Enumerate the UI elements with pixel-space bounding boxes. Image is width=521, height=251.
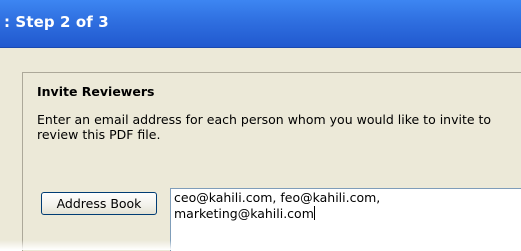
- section-description: Enter an email address for each person w…: [37, 112, 492, 142]
- invite-reviewers-panel: Invite Reviewers Enter an email address …: [22, 72, 521, 251]
- window-title: : Step 2 of 3: [4, 13, 109, 31]
- recipients-line-1: ceo@kahili.com, feo@kahili.com,: [174, 190, 381, 205]
- address-book-button[interactable]: Address Book: [41, 192, 157, 215]
- dialog-body: Invite Reviewers Enter an email address …: [0, 48, 521, 251]
- bottom-fade: [0, 240, 521, 250]
- section-heading: Invite Reviewers: [37, 84, 155, 99]
- text-caret: [313, 206, 315, 220]
- recipients-line-2-text: marketing@kahili.com: [174, 206, 314, 221]
- window-titlebar: : Step 2 of 3: [0, 0, 521, 48]
- recipients-line-2: marketing@kahili.com: [174, 206, 521, 222]
